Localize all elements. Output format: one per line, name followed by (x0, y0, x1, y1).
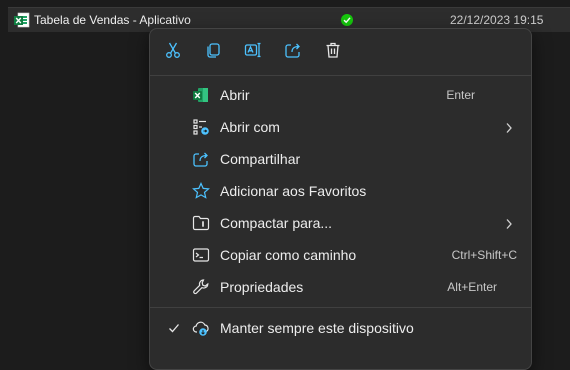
menu-item-add-favorites[interactable]: Adicionar aos Favoritos (154, 176, 527, 206)
copy-path-icon (192, 246, 210, 264)
menu-item-label: Copiar como caminho (220, 247, 357, 263)
excel-app-icon (192, 86, 210, 104)
rename-button[interactable] (241, 40, 265, 64)
file-name: Tabela de Vendas - Aplicativo (34, 13, 191, 27)
context-menu: Abrir Enter Abrir com Compartilhar Adici… (149, 28, 532, 370)
star-icon (192, 182, 210, 200)
checkmark-icon (168, 321, 180, 339)
context-toolbar (150, 29, 531, 75)
folder-zip-icon (192, 214, 210, 232)
chevron-right-icon (505, 121, 513, 139)
chevron-right-icon (505, 217, 513, 235)
copy-icon (204, 41, 222, 64)
menu-divider (150, 75, 531, 76)
menu-divider (150, 307, 531, 308)
menu-item-share[interactable]: Compartilhar (154, 144, 527, 174)
menu-item-label: Abrir com (220, 119, 280, 135)
menu-item-label: Manter sempre este dispositivo (220, 320, 414, 336)
menu-item-label: Adicionar aos Favoritos (220, 183, 367, 199)
menu-item-label: Compactar para... (220, 215, 333, 231)
file-date: 22/12/2023 19:15 (450, 13, 544, 27)
share-icon (284, 41, 302, 64)
menu-item-label: Propriedades (220, 279, 304, 295)
menu-item-compress[interactable]: Compactar para... (154, 208, 527, 238)
delete-button[interactable] (321, 40, 345, 64)
cut-button[interactable] (161, 40, 185, 64)
sync-status-icon (341, 14, 353, 26)
scissors-icon (164, 41, 182, 64)
rename-icon (244, 41, 262, 64)
shortcut-text: Enter (446, 88, 475, 102)
menu-item-open-with[interactable]: Abrir com (154, 112, 527, 142)
menu-item-copy-path[interactable]: Copiar como caminho Ctrl+Shift+C (154, 240, 527, 270)
copy-button[interactable] (201, 40, 225, 64)
excel-file-icon (14, 12, 30, 28)
open-with-icon (192, 118, 210, 136)
cloud-download-icon (192, 319, 210, 337)
menu-item-properties[interactable]: Propriedades Alt+Enter (154, 272, 527, 302)
share-button[interactable] (281, 40, 305, 64)
menu-item-open[interactable]: Abrir Enter (154, 80, 527, 110)
menu-item-keep-on-device[interactable]: Manter sempre este dispositivo (154, 313, 527, 343)
menu-item-label: Compartilhar (220, 151, 301, 167)
shortcut-text: Ctrl+Shift+C (451, 248, 517, 262)
menu-item-label: Abrir (220, 87, 250, 103)
share-icon (192, 150, 210, 168)
trash-icon (324, 41, 342, 64)
shortcut-text: Alt+Enter (447, 280, 497, 294)
wrench-icon (192, 278, 210, 296)
